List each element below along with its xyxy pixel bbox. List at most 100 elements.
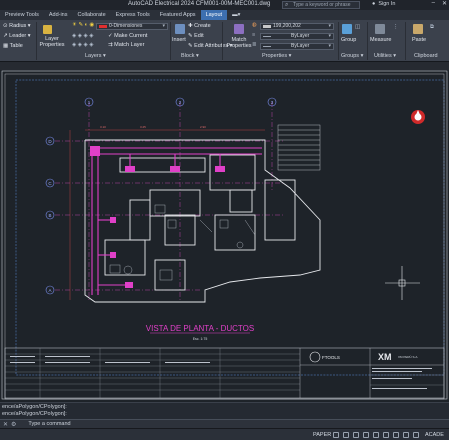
match-layer-button[interactable]: ⇉ Match Layer bbox=[108, 42, 144, 48]
title-block: FTOOLS XM XM PERÚ S.A. bbox=[4, 347, 445, 399]
group-tools-icons[interactable]: ◫ bbox=[355, 24, 360, 30]
axis-grid bbox=[55, 102, 285, 300]
crosshair-cursor bbox=[385, 266, 420, 300]
lineweight-icon: ≣ bbox=[252, 42, 257, 48]
title-bar: AutoCAD Electrical 2024 CFM001-00M-MEC00… bbox=[0, 0, 449, 10]
paste-icon bbox=[413, 24, 423, 34]
grid-bubble-B: B bbox=[48, 213, 51, 218]
svg-text:3.10: 3.10 bbox=[100, 125, 106, 129]
sign-in-button[interactable]: ● Sign In bbox=[372, 1, 395, 7]
color-value: 199,200,202 bbox=[273, 23, 301, 29]
group-icon bbox=[342, 24, 352, 34]
isolate-icon[interactable] bbox=[413, 432, 419, 438]
grid-icon[interactable] bbox=[333, 432, 339, 438]
grid-bubbles bbox=[45, 97, 277, 295]
lineweight-icon[interactable] bbox=[383, 432, 389, 438]
color-wheel-icon: ◍ bbox=[252, 22, 257, 28]
color-dropdown[interactable]: 199,200,202 ▾ bbox=[260, 23, 334, 30]
annotation-icon[interactable] bbox=[393, 432, 399, 438]
linetype-icon: ≡ bbox=[252, 32, 256, 38]
make-current-button[interactable]: ✓ Make Current bbox=[108, 33, 147, 39]
wrench-icon[interactable]: ⚙ bbox=[11, 421, 16, 428]
title-block-brand: FTOOLS bbox=[322, 355, 340, 360]
layers-panel-title[interactable]: Layers ▾ bbox=[85, 53, 106, 59]
svg-text:2.90: 2.90 bbox=[200, 125, 206, 129]
layer-dropdown[interactable]: 0-Dimensiones ▾ bbox=[96, 23, 168, 30]
radius-button[interactable]: ⊙ Radius ▾ bbox=[3, 23, 31, 29]
paste-button[interactable]: Paste bbox=[412, 37, 426, 43]
status-bar: PAPER ACADE bbox=[0, 428, 449, 440]
user-icon: ● bbox=[372, 1, 376, 7]
groups-panel-title[interactable]: Groups ▾ bbox=[341, 53, 363, 59]
ribbon-options-icon[interactable]: ▬▾ bbox=[227, 10, 245, 20]
close-icon[interactable]: ✕ bbox=[3, 421, 8, 428]
layer-state-icons[interactable]: ☀ ✎ ◐ ◉ ▾ bbox=[72, 22, 99, 28]
building-walls bbox=[84, 139, 321, 303]
osnap-icon[interactable] bbox=[373, 432, 379, 438]
search-placeholder: Type a keyword or phrase bbox=[293, 2, 351, 8]
current-layer-value: 0-Dimensiones bbox=[109, 23, 143, 29]
title-block-logo: XM bbox=[378, 352, 392, 362]
insert-icon bbox=[175, 24, 185, 34]
block-panel-title[interactable]: Block ▾ bbox=[181, 53, 199, 59]
linetype-value: ByLayer bbox=[291, 33, 310, 39]
search-icon: ⌕ bbox=[285, 2, 289, 8]
grid-bubble-A: A bbox=[48, 288, 51, 293]
stair-annex bbox=[277, 124, 321, 171]
grid-bubble-2: 2 bbox=[179, 100, 182, 105]
command-input[interactable]: Type a command bbox=[28, 421, 70, 427]
plan-scale: Esc. 1:75 bbox=[193, 337, 208, 341]
clipboard-panel-title[interactable]: Clipboard bbox=[414, 53, 438, 59]
lineweight-dropdown[interactable]: ByLayer ▾ bbox=[260, 43, 334, 50]
tab-express-tools[interactable]: Express Tools bbox=[111, 10, 155, 20]
edit-button[interactable]: ✎ Edit bbox=[188, 33, 204, 39]
sign-in-label: Sign In bbox=[378, 1, 396, 7]
title-block-company: XM PERÚ S.A. bbox=[398, 354, 418, 359]
command-line[interactable]: ✕ ⚙ Type a command bbox=[0, 419, 449, 428]
command-history: ence/aPolygon/CPolygon]: ence/aPolygon/C… bbox=[0, 402, 449, 419]
tab-layout[interactable]: Layout bbox=[200, 10, 228, 20]
leader-button[interactable]: ↗ Leader ▾ bbox=[3, 33, 31, 39]
minimize-icon[interactable]: – bbox=[432, 0, 435, 7]
ribbon-tabs: Preview Tools Add-ins Collaborate Expres… bbox=[0, 10, 449, 20]
workspace-icon[interactable] bbox=[403, 432, 409, 438]
layer-properties-button[interactable]: Layer Properties bbox=[38, 36, 66, 48]
paper-space-toggle[interactable]: PAPER bbox=[313, 432, 331, 438]
window-title: AutoCAD Electrical 2024 CFM001-00M-MEC00… bbox=[128, 1, 271, 7]
search-input[interactable]: ⌕ Type a keyword or phrase bbox=[282, 1, 360, 9]
tab-preview-tools[interactable]: Preview Tools bbox=[0, 10, 44, 20]
command-history-line: ence/aPolygon/CPolygon]: bbox=[2, 411, 67, 417]
grid-bubble-1: 1 bbox=[88, 100, 91, 105]
north-stamp-icon bbox=[411, 110, 425, 124]
drawing-canvas[interactable]: 1 2 3 D C B A 3.10 3.25 2.90 VISTA DE PL… bbox=[0, 70, 449, 402]
utilities-more-icon[interactable]: ⋮ bbox=[393, 24, 399, 30]
ortho-icon[interactable] bbox=[353, 432, 359, 438]
tab-featured-apps[interactable]: Featured Apps bbox=[155, 10, 201, 20]
product-label: ACADE bbox=[425, 432, 444, 438]
group-button[interactable]: Group bbox=[341, 37, 356, 43]
layer-tools-row1[interactable]: ◈ ◈ ◈ ◈ bbox=[72, 33, 94, 39]
plan-title: VISTA DE PLANTA - DUCTOS bbox=[146, 324, 254, 333]
match-properties-button[interactable]: Match Properties bbox=[226, 37, 252, 49]
sheet-inner-border bbox=[4, 73, 445, 400]
match-properties-icon bbox=[234, 24, 244, 34]
snap-icon[interactable] bbox=[343, 432, 349, 438]
layer-tools-row2[interactable]: ◈ ◈ ◈ ◈ bbox=[72, 42, 94, 48]
tab-collaborate[interactable]: Collaborate bbox=[73, 10, 111, 20]
measure-button[interactable]: Measure bbox=[370, 37, 391, 43]
create-button[interactable]: ✚ Create bbox=[188, 23, 211, 29]
grid-bubble-C: C bbox=[48, 181, 52, 186]
tab-add-ins[interactable]: Add-ins bbox=[44, 10, 73, 20]
paper-outline bbox=[1, 70, 448, 400]
polar-icon[interactable] bbox=[363, 432, 369, 438]
table-button[interactable]: ▦ Table bbox=[3, 43, 23, 49]
copy-icon[interactable]: ⧉ bbox=[430, 24, 434, 31]
utilities-panel-title[interactable]: Utilities ▾ bbox=[374, 53, 396, 59]
lineweight-value: ByLayer bbox=[291, 43, 310, 49]
linetype-dropdown[interactable]: ByLayer ▾ bbox=[260, 33, 334, 40]
grid-bubble-D: D bbox=[48, 139, 52, 144]
properties-panel-title[interactable]: Properties ▾ bbox=[262, 53, 291, 59]
drawing-sheet-svg[interactable]: 1 2 3 D C B A 3.10 3.25 2.90 VISTA DE PL… bbox=[0, 70, 449, 402]
close-icon[interactable]: ✕ bbox=[442, 0, 447, 7]
insert-button[interactable]: Insert bbox=[172, 37, 186, 43]
